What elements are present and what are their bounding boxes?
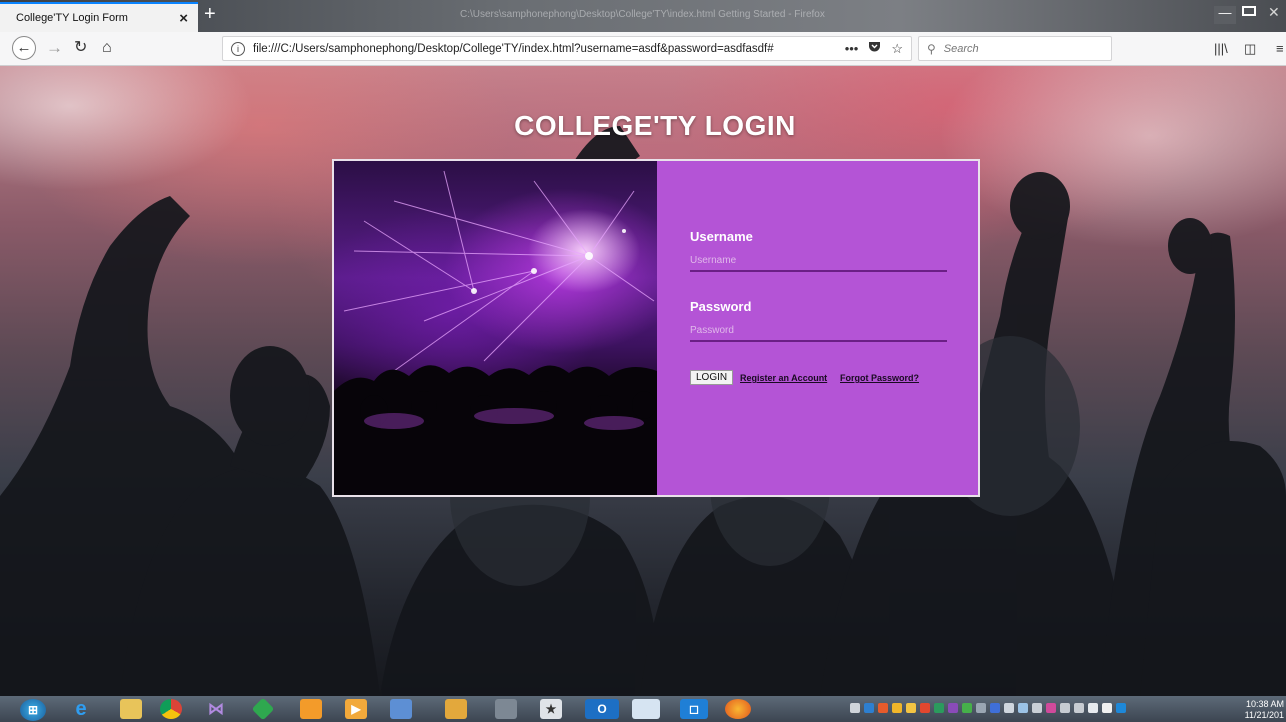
- sidebar-icon[interactable]: ◫: [1244, 41, 1256, 57]
- clock-date: 11/21/201: [1244, 710, 1284, 720]
- tray-network-icon[interactable]: [1060, 703, 1070, 713]
- tray-app7-icon[interactable]: [976, 703, 986, 713]
- username-label: Username: [690, 229, 753, 244]
- close-window-button[interactable]: ✕: [1268, 4, 1280, 21]
- maximize-button[interactable]: [1242, 6, 1256, 16]
- tab-title: College'TY Login Form: [16, 12, 128, 24]
- tray-app4-icon[interactable]: [920, 703, 930, 713]
- page-viewport: COLLEGE'TY LOGIN Username Username Passw…: [0, 66, 1286, 696]
- page-actions-icon[interactable]: •••: [845, 41, 859, 57]
- pocket-icon[interactable]: [868, 41, 881, 57]
- address-bar[interactable]: i file:///C:/Users/samphonephong/Desktop…: [222, 36, 912, 61]
- system-clock[interactable]: 10:38 AM 11/21/201: [1238, 699, 1284, 721]
- ms-office-icon[interactable]: [300, 699, 322, 719]
- tray-app8-icon[interactable]: [990, 703, 1000, 713]
- minimize-button[interactable]: —: [1214, 6, 1236, 24]
- login-card: Username Password LOGIN Register an Acco…: [332, 159, 980, 497]
- tray-app10-icon[interactable]: [1018, 703, 1028, 713]
- window-title: C:\Users\samphonephong\Desktop\College'T…: [460, 9, 825, 20]
- tray-cloud-icon[interactable]: [850, 703, 860, 713]
- media-player-icon[interactable]: ▶: [345, 699, 367, 719]
- register-link[interactable]: Register an Account: [740, 373, 827, 383]
- outlook-icon[interactable]: O: [585, 699, 619, 719]
- tab-close-icon[interactable]: ×: [179, 10, 188, 27]
- tray-app11-icon[interactable]: [1032, 703, 1042, 713]
- tray-app6-icon[interactable]: [962, 703, 972, 713]
- clock-time: 10:38 AM: [1245, 699, 1284, 709]
- system-tray: [850, 703, 1126, 713]
- app-star-icon[interactable]: ★: [540, 699, 562, 719]
- tray-app2-icon[interactable]: [892, 703, 902, 713]
- search-icon: ⚲: [927, 41, 936, 56]
- windows-taskbar: ⊞ e ⋈ ▶ ★ O ◻ 10:38 AM 11/21/201: [0, 696, 1286, 722]
- tray-app9-icon[interactable]: [1004, 703, 1014, 713]
- tray-app12-icon[interactable]: [1046, 703, 1056, 713]
- username-input[interactable]: [690, 250, 947, 272]
- tray-flag-icon[interactable]: [1102, 703, 1112, 713]
- tray-app-icon[interactable]: [878, 703, 888, 713]
- concert-photo: [334, 161, 657, 495]
- tray-signal-icon[interactable]: [1074, 703, 1084, 713]
- browser-tab[interactable]: College'TY Login Form ×: [0, 2, 198, 32]
- search-input[interactable]: [941, 41, 1106, 56]
- new-tab-button[interactable]: +: [204, 4, 216, 24]
- ie-icon[interactable]: e: [70, 698, 92, 720]
- app-green-icon[interactable]: [251, 697, 275, 721]
- forgot-password-link[interactable]: Forgot Password?: [840, 373, 919, 383]
- tray-outlook-icon[interactable]: [864, 703, 874, 713]
- login-form: Username Password LOGIN Register an Acco…: [657, 161, 978, 495]
- login-button[interactable]: LOGIN: [690, 370, 734, 385]
- url-text[interactable]: file:///C:/Users/samphonephong/Desktop/C…: [253, 43, 845, 55]
- reload-icon[interactable]: ↻: [74, 37, 87, 59]
- password-input[interactable]: [690, 320, 947, 342]
- tray-onenote-icon[interactable]: [948, 703, 958, 713]
- password-label: Password: [690, 299, 752, 314]
- visual-studio-icon[interactable]: ⋈: [205, 699, 227, 719]
- info-icon[interactable]: i: [231, 41, 245, 56]
- search-bar[interactable]: ⚲: [918, 36, 1112, 61]
- home-icon[interactable]: ⌂: [102, 37, 112, 59]
- paint-icon[interactable]: [390, 699, 412, 719]
- forward-arrow-icon[interactable]: →: [46, 37, 63, 59]
- tray-app5-icon[interactable]: [934, 703, 944, 713]
- tray-app3-icon[interactable]: [906, 703, 916, 713]
- start-orb-icon[interactable]: ⊞: [20, 699, 46, 721]
- menu-icon[interactable]: ≡: [1276, 41, 1284, 56]
- tray-app13-icon[interactable]: [1116, 703, 1126, 713]
- app-sim1-icon[interactable]: [445, 699, 467, 719]
- tray-volume-icon[interactable]: [1088, 703, 1098, 713]
- concert-lights-illustration: [334, 170, 657, 495]
- file-explorer-icon[interactable]: [120, 699, 142, 719]
- app-blue-icon[interactable]: ◻: [680, 699, 708, 719]
- app-sim2-icon[interactable]: [495, 699, 517, 719]
- firefox-icon[interactable]: [725, 699, 751, 719]
- library-icon[interactable]: |||\: [1214, 41, 1228, 56]
- back-arrow-icon[interactable]: ←: [12, 36, 36, 60]
- window-icon[interactable]: [632, 699, 660, 719]
- chrome-icon[interactable]: [160, 699, 182, 719]
- page-title: COLLEGE'TY LOGIN: [514, 110, 796, 141]
- bookmark-star-icon[interactable]: ☆: [891, 41, 903, 57]
- browser-tab-bar: College'TY Login Form × + C:\Users\samph…: [0, 0, 1286, 32]
- browser-navigation-bar: ← → ↻ ⌂ i file:///C:/Users/samphonephong…: [0, 32, 1286, 66]
